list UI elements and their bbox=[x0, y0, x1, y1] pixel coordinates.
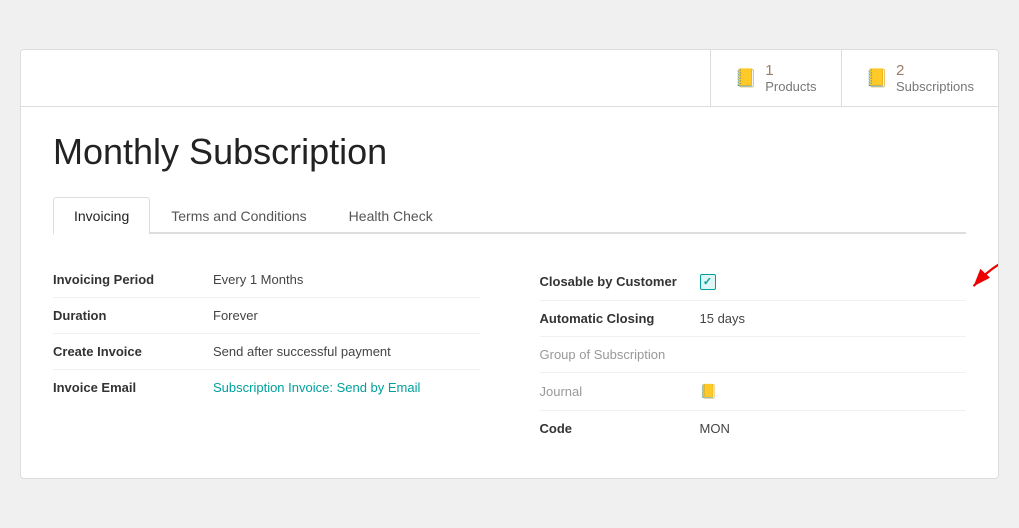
auto-closing-label: Automatic Closing bbox=[540, 311, 700, 326]
tab-terms[interactable]: Terms and Conditions bbox=[150, 197, 327, 234]
code-row: Code MON bbox=[540, 411, 967, 446]
closable-label: Closable by Customer bbox=[540, 274, 700, 289]
group-subscription-row: Group of Subscription bbox=[540, 337, 967, 373]
closable-row: Closable by Customer bbox=[540, 262, 967, 301]
page-title: Monthly Subscription bbox=[53, 131, 966, 173]
tabs: Invoicing Terms and Conditions Health Ch… bbox=[53, 197, 966, 234]
create-invoice-label: Create Invoice bbox=[53, 344, 213, 359]
auto-closing-value: 15 days bbox=[700, 311, 967, 326]
closable-check-container bbox=[700, 272, 967, 290]
main-container: 📒 1 Products 📒 2 Subscriptions Monthly S… bbox=[20, 49, 999, 479]
content-area: Monthly Subscription Invoicing Terms and… bbox=[21, 107, 998, 478]
invoice-email-label: Invoice Email bbox=[53, 380, 213, 395]
closable-checkbox[interactable] bbox=[700, 274, 716, 290]
products-label: Products bbox=[765, 79, 816, 94]
top-bar: 📒 1 Products 📒 2 Subscriptions bbox=[21, 50, 998, 107]
products-count: 1 bbox=[765, 62, 816, 79]
subscriptions-count: 2 bbox=[896, 62, 974, 79]
products-icon: 📒 bbox=[735, 68, 757, 89]
journal-icon: 📒 bbox=[700, 383, 967, 400]
journal-row: Journal 📒 bbox=[540, 373, 967, 411]
subscriptions-icon: 📒 bbox=[866, 68, 888, 89]
invoice-email-value[interactable]: Subscription Invoice: Send by Email bbox=[213, 380, 480, 395]
tab-health-check[interactable]: Health Check bbox=[328, 197, 454, 234]
invoice-email-row: Invoice Email Subscription Invoice: Send… bbox=[53, 370, 480, 405]
form-body: Invoicing Period Every 1 Months Duration… bbox=[53, 262, 966, 446]
form-left: Invoicing Period Every 1 Months Duration… bbox=[53, 262, 480, 446]
duration-row: Duration Forever bbox=[53, 298, 480, 334]
group-subscription-label: Group of Subscription bbox=[540, 347, 700, 362]
duration-value: Forever bbox=[213, 308, 480, 323]
products-button[interactable]: 📒 1 Products bbox=[710, 50, 841, 106]
invoicing-period-value: Every 1 Months bbox=[213, 272, 480, 287]
subscriptions-button[interactable]: 📒 2 Subscriptions bbox=[841, 50, 998, 106]
form-right: Closable by Customer bbox=[540, 262, 967, 446]
invoicing-period-row: Invoicing Period Every 1 Months bbox=[53, 262, 480, 298]
invoicing-period-label: Invoicing Period bbox=[53, 272, 213, 287]
create-invoice-row: Create Invoice Send after successful pay… bbox=[53, 334, 480, 370]
create-invoice-value: Send after successful payment bbox=[213, 344, 480, 359]
red-arrow-annotation bbox=[956, 252, 999, 302]
auto-closing-row: Automatic Closing 15 days bbox=[540, 301, 967, 337]
code-value: MON bbox=[700, 421, 967, 436]
duration-label: Duration bbox=[53, 308, 213, 323]
tab-invoicing[interactable]: Invoicing bbox=[53, 197, 150, 234]
subscriptions-label: Subscriptions bbox=[896, 79, 974, 94]
code-label: Code bbox=[540, 421, 700, 436]
journal-label: Journal bbox=[540, 384, 700, 399]
